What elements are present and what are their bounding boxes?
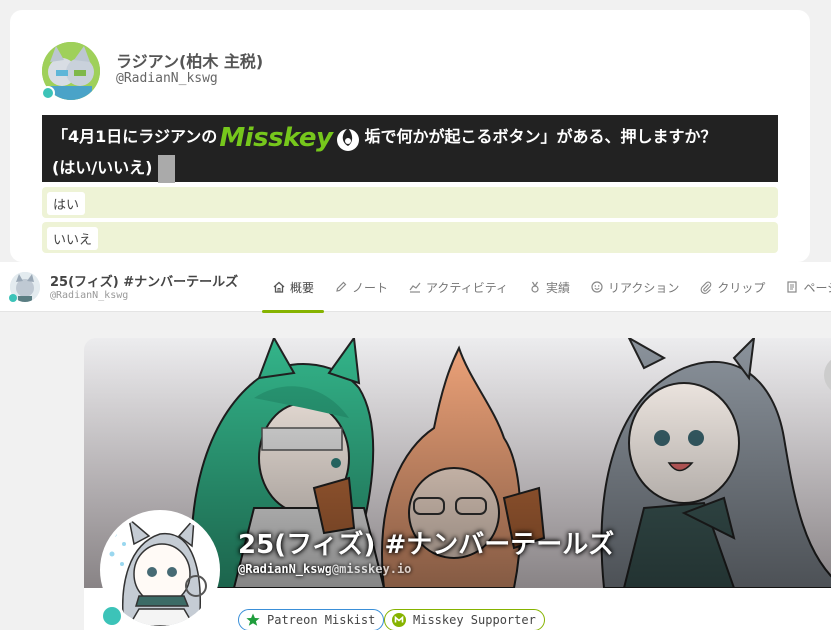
page-icon xyxy=(785,280,799,294)
mood-smile-icon xyxy=(590,280,604,294)
profile-display-name: 25(フィズ) #ナンバーテールズ xyxy=(238,530,615,560)
home-icon xyxy=(272,280,286,294)
tab-label: アクティビティ xyxy=(426,280,508,295)
tab-pages[interactable]: ページ xyxy=(775,262,831,312)
note-body: 「4月1日にラジアンのMisskey 垢で何かが起こるボタン」がある、押しますか？… xyxy=(42,115,778,183)
star-icon xyxy=(245,612,261,628)
online-indicator xyxy=(9,294,17,302)
profile-header-bar: 25(フィズ) #ナンバーテールズ @RadianN_kswg 概要 ノート ア… xyxy=(0,262,831,313)
profile-acct-user: @RadianN_kswg xyxy=(238,562,332,576)
misskey-logo-icon xyxy=(335,124,361,152)
tab-label: クリップ xyxy=(717,280,766,295)
note-author-acct[interactable]: @RadianN_kswg xyxy=(116,71,218,86)
tab-label: ページ xyxy=(803,280,831,295)
misskey-emoji: Misskey xyxy=(219,122,333,153)
text-cursor-block xyxy=(158,154,176,183)
tab-overview[interactable]: 概要 xyxy=(262,262,325,313)
note-text: 「4月1日にラジアンの xyxy=(52,127,218,146)
badge-misskey-supporter[interactable]: Misskey Supporter xyxy=(384,609,545,630)
pencil-icon xyxy=(334,280,348,294)
note-author-name[interactable]: ラジアン(柏木 主税) xyxy=(116,48,263,72)
profile-tabs: 概要 ノート アクティビティ 実績 リアクション クリップ ページ xyxy=(262,262,831,313)
poll-choice-no[interactable]: いいえ xyxy=(42,222,778,253)
tab-notes[interactable]: ノート xyxy=(324,262,398,312)
profile-acct-host: @misskey.io xyxy=(331,562,412,576)
tab-label: 実績 xyxy=(546,280,571,295)
tab-clips[interactable]: クリップ xyxy=(689,262,775,312)
profile-bar-name: 25(フィズ) #ナンバーテールズ xyxy=(50,275,239,290)
online-indicator xyxy=(100,604,124,628)
tab-label: リアクション xyxy=(608,280,680,295)
paperclip-icon xyxy=(699,280,713,294)
note-text-cont: 垢で何かが起こるボタン」がある、押しますか？ xyxy=(364,127,717,146)
tab-label: 概要 xyxy=(290,280,315,295)
badge-label: Misskey Supporter xyxy=(413,613,536,627)
supporter-icon xyxy=(391,612,407,628)
badge-label: Patreon Miskist xyxy=(267,613,376,627)
profile-acct: @RadianN_kswg@misskey.io xyxy=(238,562,411,576)
tab-activity[interactable]: アクティビティ xyxy=(398,262,518,312)
note-text-line2: (はい/いいえ) xyxy=(52,158,153,177)
profile-card: 25(フィズ) #ナンバーテールズ @RadianN_kswg@misskey.… xyxy=(84,338,831,630)
chart-line-icon xyxy=(408,280,422,294)
tab-achievements[interactable]: 実績 xyxy=(518,262,580,312)
tab-reactions[interactable]: リアクション xyxy=(580,262,689,312)
medal-icon xyxy=(528,280,542,294)
poll-choice-label: はい xyxy=(47,192,86,215)
badge-patreon-miskist[interactable]: Patreon Miskist xyxy=(238,609,385,630)
poll-choice-label: いいえ xyxy=(47,227,99,250)
poll-choice-yes[interactable]: はい xyxy=(42,187,778,218)
profile-bar-acct: @RadianN_kswg xyxy=(50,290,129,301)
online-indicator xyxy=(41,86,55,100)
tab-label: ノート xyxy=(352,280,389,295)
note-card: ラジアン(柏木 主税) @RadianN_kswg 「4月1日にラジアンのMis… xyxy=(10,10,810,262)
